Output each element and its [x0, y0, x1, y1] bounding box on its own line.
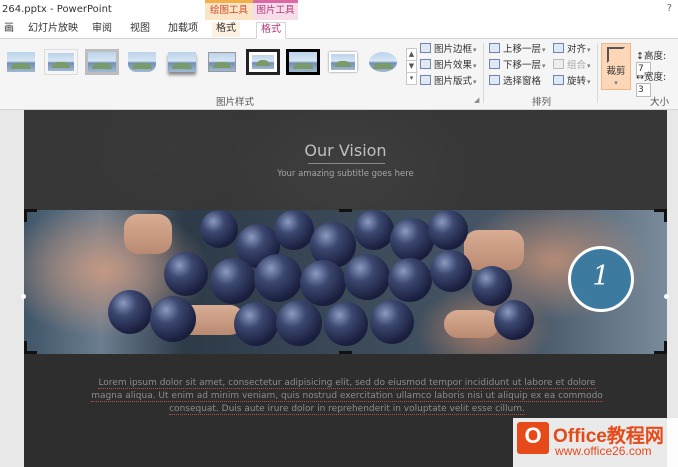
slide-title[interactable]: Our Vision [24, 141, 667, 160]
picture-effects-button[interactable]: 图片效果▾ [420, 59, 477, 73]
width-row: ↔宽度:3 [636, 69, 678, 97]
arrange-group-label: 排列 [532, 97, 552, 108]
rotate-icon [553, 75, 564, 85]
picture-style-9[interactable] [326, 49, 360, 75]
crop-dropdown-icon: ▾ [614, 79, 618, 87]
picture-style-5[interactable] [165, 49, 199, 75]
picture-layout-icon [420, 75, 431, 85]
grape [276, 300, 322, 346]
picture-style-8[interactable] [286, 49, 320, 75]
grape [344, 254, 390, 300]
picture-style-10[interactable] [366, 49, 400, 75]
width-label: 宽度: [643, 72, 667, 83]
send-backward-button[interactable]: 下移一层▾ [489, 59, 546, 73]
picture-style-2[interactable] [44, 49, 78, 75]
separator [597, 43, 598, 103]
group-button[interactable]: 组合▾ [553, 59, 591, 73]
tab-slideshow[interactable]: 幻灯片放映 [24, 22, 82, 37]
grape [234, 302, 278, 346]
grape [150, 296, 196, 342]
picture-layout-button[interactable]: 图片版式▾ [420, 75, 477, 89]
grape [200, 210, 238, 248]
grape [370, 300, 414, 344]
height-label: 高度: [643, 51, 667, 62]
resize-handle-right[interactable] [664, 294, 669, 299]
title-bar: 264.pptx - PowerPoint ? [0, 0, 678, 22]
tab-picture-format[interactable]: 格式 [256, 22, 286, 39]
crop-handle-bottom[interactable] [339, 351, 352, 354]
help-button[interactable]: ? [667, 3, 672, 14]
office-logo-letter: O [524, 423, 542, 448]
finger [124, 214, 172, 254]
tab-addins[interactable]: 加载项 [164, 22, 202, 37]
grape [390, 218, 434, 262]
finger [444, 310, 499, 338]
align-icon [553, 43, 564, 53]
crop-label: 裁剪 [606, 66, 626, 77]
context-header-picture-tools: 图片工具 [253, 0, 298, 20]
crop-handle-bottom-right[interactable] [664, 341, 667, 354]
picture-style-6[interactable] [205, 49, 239, 75]
align-button[interactable]: 对齐▾ [553, 43, 591, 57]
ribbon-tabs: 画 幻灯片放映 审阅 视图 加载项 格式 格式 [0, 20, 678, 39]
ribbon: ▲ ▼ ▾ 图片边框▾ 图片效果▾ 图片版式▾ 图片样式 ◢ 上移一层▾ 下移一… [0, 39, 678, 110]
badge-number: 1 [592, 261, 610, 292]
rotate-button[interactable]: 旋转▾ [553, 75, 591, 89]
send-backward-icon [489, 59, 500, 69]
slide-subtitle[interactable]: Your amazing subtitle goes here [24, 169, 667, 179]
bring-forward-icon [489, 43, 500, 53]
window-title: 264.pptx - PowerPoint [2, 4, 112, 15]
grape [274, 210, 314, 250]
slide-body-text[interactable]: Lorem ipsum dolor sit amet, consectetur … [82, 377, 612, 416]
crop-handle-top[interactable] [339, 209, 352, 212]
selection-pane-icon [489, 75, 500, 85]
picture-style-7[interactable] [246, 49, 280, 75]
slide-body-text-content: Lorem ipsum dolor sit amet, consectetur … [91, 378, 603, 415]
grape [354, 210, 394, 250]
slide-overlay-top [24, 110, 667, 210]
crop-button[interactable]: 裁剪 ▾ [601, 43, 631, 90]
width-input[interactable]: 3 [636, 83, 651, 97]
tab-drawing-format[interactable]: 格式 [212, 22, 240, 37]
context-header-drawing-tools: 绘图工具 [205, 0, 253, 20]
tab-draw[interactable]: 画 [0, 22, 18, 37]
dialog-launcher-icon[interactable]: ◢ [474, 96, 479, 104]
grape [494, 300, 534, 340]
title-divider [308, 163, 385, 164]
crop-handle-top-right[interactable] [664, 209, 667, 222]
tab-review[interactable]: 审阅 [88, 22, 116, 37]
crop-handle-bottom-left[interactable] [24, 341, 27, 354]
grape [210, 258, 256, 304]
picture-border-icon [420, 43, 431, 53]
group-icon [553, 59, 564, 69]
grape [254, 254, 302, 302]
grape [300, 260, 346, 306]
resize-handle-left[interactable] [21, 294, 26, 299]
grape [430, 250, 472, 292]
grape [324, 302, 368, 346]
width-icon: ↔ [636, 72, 644, 83]
grape [472, 266, 512, 306]
tab-view[interactable]: 视图 [126, 22, 154, 37]
selection-pane-button[interactable]: 选择窗格 [489, 75, 541, 89]
gallery-more[interactable]: ▾ [406, 72, 417, 85]
watermark-url: www.office26.com [555, 444, 652, 458]
crop-icon [607, 47, 625, 63]
separator [483, 43, 484, 103]
grape [428, 210, 468, 250]
grape [164, 252, 208, 296]
picture-styles-group-label: 图片样式 [216, 97, 255, 108]
picture-style-1[interactable] [4, 49, 38, 75]
height-icon: ↕ [636, 51, 644, 62]
grape [388, 258, 432, 302]
picture-border-button[interactable]: 图片边框▾ [420, 43, 477, 57]
picture-style-3[interactable] [85, 49, 119, 75]
grape [108, 290, 152, 334]
picture-style-4[interactable] [125, 49, 159, 75]
crop-handle-top-left[interactable] [24, 209, 27, 222]
bring-forward-button[interactable]: 上移一层▾ [489, 43, 546, 57]
finger [464, 230, 524, 270]
picture-effects-icon [420, 59, 431, 69]
